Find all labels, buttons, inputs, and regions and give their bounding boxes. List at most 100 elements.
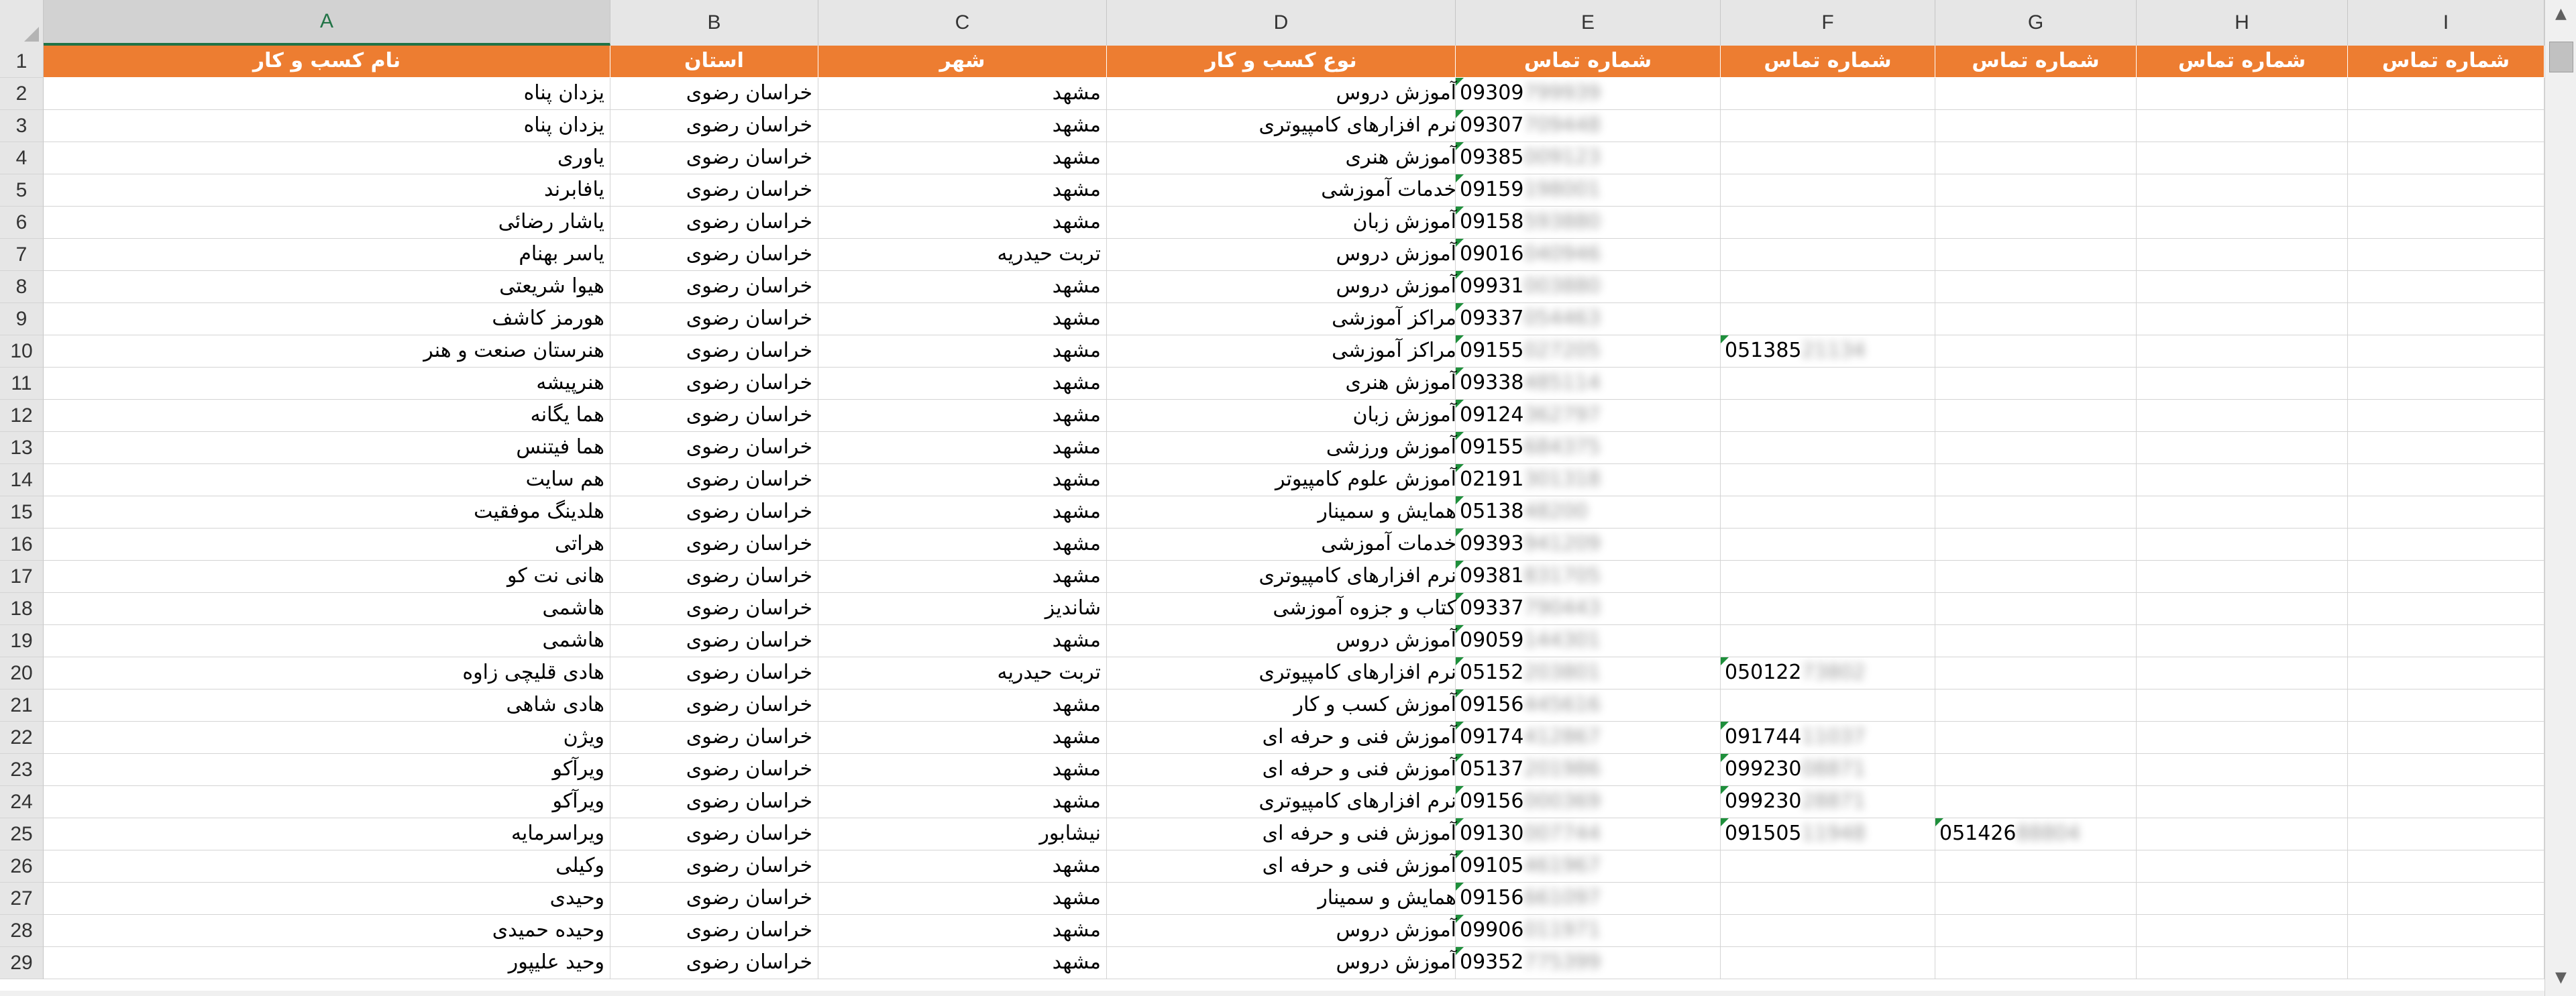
cell-phone-g[interactable]	[1935, 400, 2137, 432]
cell-business-name[interactable]: یاوری	[44, 142, 610, 174]
column-header-i[interactable]: I	[2348, 0, 2544, 46]
row-header[interactable]: 12	[0, 400, 44, 432]
cell-phone-e[interactable]: 09393 941209 خدمات آموزشی	[1321, 529, 1721, 561]
cell-phone-i[interactable]	[2348, 207, 2544, 239]
row-header[interactable]: 2	[0, 78, 44, 110]
cell-business-name[interactable]: وکیلی	[44, 850, 610, 883]
row-header[interactable]: 26	[0, 850, 44, 883]
cell-province[interactable]: خراسان رضوی	[610, 400, 818, 432]
cell-business-name[interactable]: ویژن	[44, 722, 610, 754]
cell-phone-f[interactable]	[1721, 174, 1935, 207]
cell-city[interactable]: تربت حیدریه	[818, 657, 1107, 689]
cell-phone-g[interactable]	[1935, 110, 2137, 142]
cell-phone-e[interactable]: 09381 831705 نرم افزارهای کامپیوتری	[1258, 561, 1721, 593]
cell-phone-h[interactable]	[2137, 239, 2348, 271]
cell-phone-e[interactable]: 09156 661097 همایش و سمینار	[1318, 883, 1721, 915]
row-header[interactable]: 15	[0, 496, 44, 529]
cell-phone-g[interactable]: 051426 88804	[1935, 818, 2137, 850]
cell-province[interactable]: خراسان رضوی	[610, 432, 818, 464]
cell-phone-f[interactable]	[1721, 947, 1935, 979]
cell-phone-i[interactable]	[2348, 818, 2544, 850]
cell-phone-g[interactable]	[1935, 593, 2137, 625]
header-cell[interactable]: شماره تماس	[1456, 46, 1721, 78]
header-cell[interactable]: شماره تماس	[1935, 46, 2137, 78]
row-header[interactable]: 18	[0, 593, 44, 625]
column-header-b[interactable]: B	[610, 0, 818, 46]
cell-phone-g[interactable]	[1935, 207, 2137, 239]
cell-phone-i[interactable]	[2348, 657, 2544, 689]
cell-phone-h[interactable]	[2137, 850, 2348, 883]
cell-province[interactable]: خراسان رضوی	[610, 464, 818, 496]
cell-phone-g[interactable]	[1935, 883, 2137, 915]
cell-phone-e[interactable]: 09155 684375 آموزش ورزشی	[1326, 432, 1721, 464]
cell-business-name[interactable]: هنرپیشه	[44, 368, 610, 400]
cell-phone-g[interactable]	[1935, 689, 2137, 722]
cell-phone-e[interactable]: 09931 003880 آموزش دروس	[1336, 271, 1721, 303]
cell-phone-g[interactable]	[1935, 174, 2137, 207]
cell-phone-f[interactable]: 099230 28871	[1721, 786, 1935, 818]
cell-phone-h[interactable]	[2137, 883, 2348, 915]
scroll-down-icon[interactable]: ▼	[2545, 964, 2576, 991]
cell-phone-h[interactable]	[2137, 78, 2348, 110]
row-header[interactable]: 29	[0, 947, 44, 979]
row-header[interactable]: 1	[0, 46, 44, 78]
cell-phone-h[interactable]	[2137, 110, 2348, 142]
cell-phone-i[interactable]	[2348, 174, 2544, 207]
cell-phone-f[interactable]: 099230 08871	[1721, 754, 1935, 786]
header-cell[interactable]: شهر	[818, 46, 1107, 78]
column-header-h[interactable]: H	[2137, 0, 2348, 46]
cell-phone-i[interactable]	[2348, 786, 2544, 818]
cell-city[interactable]: شاندیز	[818, 593, 1107, 625]
cell-business-name[interactable]: وحید علیپور	[44, 947, 610, 979]
cell-phone-f[interactable]	[1721, 561, 1935, 593]
cell-phone-i[interactable]	[2348, 529, 2544, 561]
cell-phone-i[interactable]	[2348, 239, 2544, 271]
row-header[interactable]: 5	[0, 174, 44, 207]
cell-phone-g[interactable]	[1935, 529, 2137, 561]
cell-city[interactable]: مشهد	[818, 174, 1107, 207]
cell-phone-f[interactable]	[1721, 850, 1935, 883]
cell-province[interactable]: خراسان رضوی	[610, 657, 818, 689]
row-header[interactable]: 19	[0, 625, 44, 657]
cell-phone-h[interactable]	[2137, 142, 2348, 174]
cell-phone-g[interactable]	[1935, 496, 2137, 529]
cell-phone-i[interactable]	[2348, 142, 2544, 174]
cell-phone-i[interactable]	[2348, 561, 2544, 593]
row-header[interactable]: 9	[0, 303, 44, 335]
cell-phone-e[interactable]: 05152 203801 نرم افزارهای کامپیوتری	[1258, 657, 1721, 689]
cell-phone-i[interactable]	[2348, 722, 2544, 754]
cell-phone-g[interactable]	[1935, 239, 2137, 271]
cell-phone-h[interactable]	[2137, 174, 2348, 207]
row-header[interactable]: 23	[0, 754, 44, 786]
vertical-scrollbar[interactable]: ▲ ▼	[2544, 0, 2576, 996]
row-header[interactable]: 14	[0, 464, 44, 496]
cell-phone-h[interactable]	[2137, 689, 2348, 722]
cell-phone-f[interactable]	[1721, 625, 1935, 657]
cell-phone-f[interactable]	[1721, 207, 1935, 239]
cell-province[interactable]: خراسان رضوی	[610, 239, 818, 271]
cell-phone-g[interactable]	[1935, 561, 2137, 593]
cell-city[interactable]: تربت حیدریه	[818, 239, 1107, 271]
row-header[interactable]: 20	[0, 657, 44, 689]
cell-city[interactable]: مشهد	[818, 400, 1107, 432]
cell-phone-e[interactable]: 09016 040946 آموزش دروس	[1336, 239, 1721, 271]
cell-phone-h[interactable]	[2137, 657, 2348, 689]
cell-phone-e[interactable]: 05137 201986 آموزش فنی و حرفه ای	[1263, 754, 1721, 786]
cell-province[interactable]: خراسان رضوی	[610, 722, 818, 754]
cell-phone-f[interactable]: 050122 73802	[1721, 657, 1935, 689]
cell-phone-h[interactable]	[2137, 947, 2348, 979]
column-header-a[interactable]: A	[44, 0, 610, 46]
cell-city[interactable]: مشهد	[818, 529, 1107, 561]
cell-phone-f[interactable]	[1721, 883, 1935, 915]
horizontal-scrollbar[interactable]	[0, 991, 2544, 996]
cell-province[interactable]: خراسان رضوی	[610, 303, 818, 335]
cell-phone-f[interactable]	[1721, 529, 1935, 561]
header-cell[interactable]: استان	[610, 46, 818, 78]
cell-phone-f[interactable]	[1721, 271, 1935, 303]
cell-phone-e[interactable]: 09155 027205 مراکز آموزشی	[1332, 335, 1721, 368]
cell-province[interactable]: خراسان رضوی	[610, 947, 818, 979]
cell-province[interactable]: خراسان رضوی	[610, 754, 818, 786]
cell-phone-f[interactable]	[1721, 915, 1935, 947]
cell-city[interactable]: مشهد	[818, 335, 1107, 368]
cell-phone-f[interactable]	[1721, 432, 1935, 464]
